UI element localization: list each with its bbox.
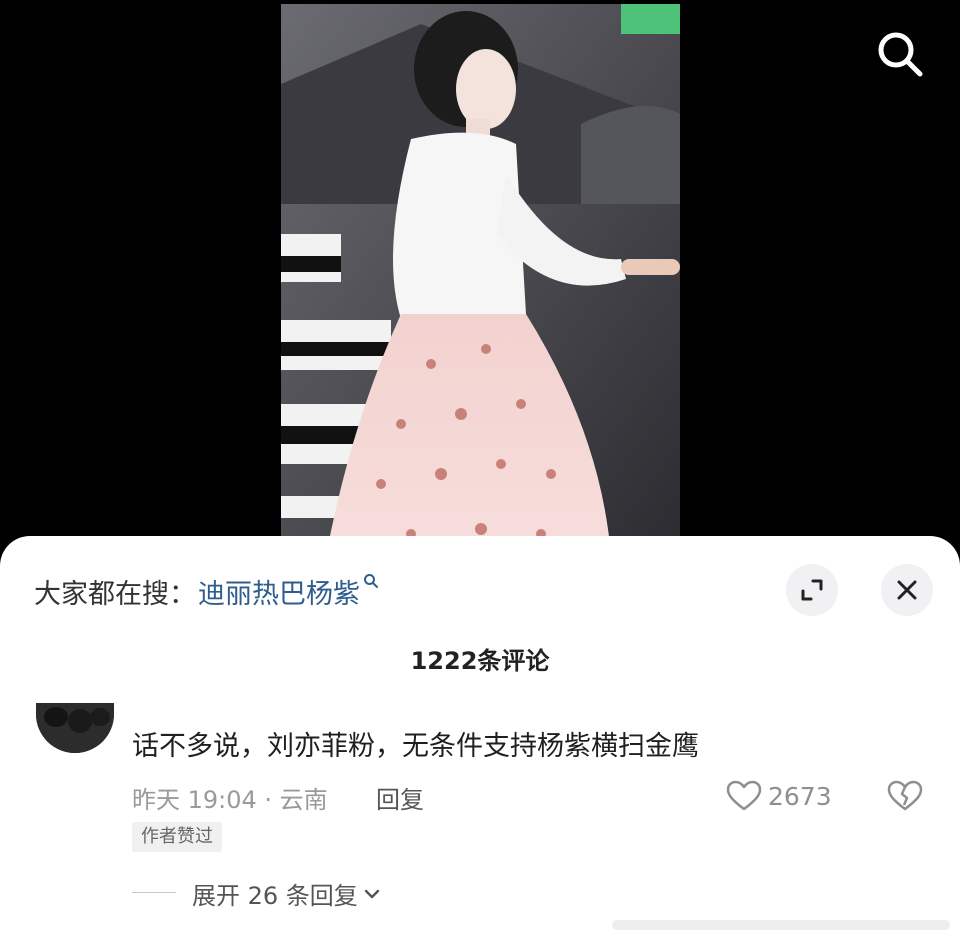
expand-replies-label: 展开 26 条回复 <box>192 882 358 910</box>
broken-heart-icon <box>887 780 923 811</box>
dislike-button[interactable] <box>884 776 926 816</box>
heart-icon <box>726 780 762 811</box>
author-liked-badge: 作者赞过 <box>132 822 222 852</box>
like-count: 2673 <box>768 781 832 811</box>
watermark <box>612 912 950 938</box>
comment-text: 话不多说，刘亦菲粉，无条件支持杨紫横扫金鹰 <box>132 731 699 762</box>
media-viewer <box>0 0 960 560</box>
chevron-down-icon <box>364 889 379 898</box>
reply-button[interactable]: 回复 <box>376 780 424 815</box>
expand-replies-button[interactable]: 展开 26 条回复 <box>192 876 380 911</box>
comment-count: 1222条评论 <box>410 647 550 675</box>
hot-search-bar[interactable]: 大家都在搜： 迪丽热巴杨紫 <box>34 568 379 614</box>
magnifier-small-icon <box>363 573 379 594</box>
expand-sheet-button[interactable] <box>786 564 838 616</box>
comment-meta: 昨天 19:04 · 云南 <box>132 786 328 814</box>
hot-search-term[interactable]: 迪丽热巴杨紫 <box>198 572 360 611</box>
hot-search-prefix: 大家都在搜： <box>34 578 196 610</box>
search-icon <box>878 32 923 77</box>
search-button[interactable] <box>868 22 932 86</box>
like-button[interactable]: 2673 <box>726 776 832 816</box>
expand-divider <box>132 892 176 893</box>
post-photo[interactable] <box>281 4 680 556</box>
close-sheet-button[interactable] <box>881 564 933 616</box>
close-icon <box>897 580 917 600</box>
expand-icon <box>801 579 823 601</box>
